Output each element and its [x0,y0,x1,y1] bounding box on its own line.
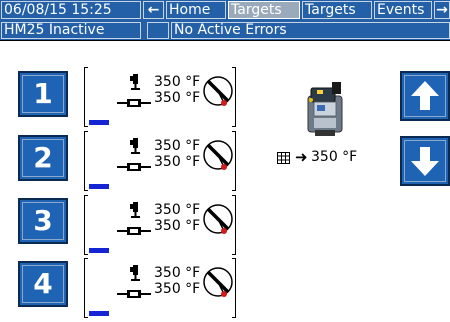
hose-icon [124,73,150,95]
temperature-gauge-icon [202,266,234,302]
zone-actual-temp: 350 °F [154,138,201,154]
pipe-icon [117,284,151,303]
zone-setpoint-temp: 350 °F [154,281,201,297]
status-indicator [147,22,169,39]
zone-readout-1: 350 °F 350 °F [84,67,236,127]
hose-icon [124,264,150,286]
bracket-left [84,131,88,191]
zone-actual-temp: 350 °F [154,74,201,90]
tab-targets[interactable]: Targets [302,1,372,19]
pipe-icon [117,157,151,176]
pipe-icon [117,93,151,112]
zone-button-4[interactable]: 4 [18,261,68,307]
temperature-gauge-icon [202,75,234,111]
zone-level-bar [89,184,109,189]
tab-events[interactable]: Events [374,1,432,19]
bracket-left [84,195,88,255]
hose-icon [124,201,150,223]
zone-readout-2: 350 °F 350 °F [84,131,236,191]
system-status: HM25 Inactive [1,22,141,39]
zone-level-bar [89,120,109,125]
nav-forward-button[interactable]: → [434,1,450,19]
temperature-gauge-icon [202,203,234,239]
zone-button-2[interactable]: 2 [18,135,68,181]
left-arrow-icon: ← [147,2,160,18]
zone-readout-4: 350 °F 350 °F [84,258,236,318]
right-arrow-icon: → [436,2,448,18]
zone-actual-temp: 350 °F [154,265,201,281]
error-status: No Active Errors [171,22,450,39]
down-arrow-icon [411,147,439,176]
melter-icon [305,78,345,144]
machine-setpoint-value: 350 °F [311,149,358,165]
zone-button-3[interactable]: 3 [18,198,68,244]
zone-setpoint-temp: 350 °F [154,154,201,170]
zone-level-bar [89,311,109,316]
status-bar: HM25 Inactive No Active Errors [0,20,450,40]
up-arrow-icon [411,81,439,110]
datetime-display: 06/08/15 15:25 [1,1,141,19]
zone-setpoint-temp: 350 °F [154,90,201,106]
bracket-left [84,258,88,318]
zone-button-1[interactable]: 1 [18,71,68,117]
pipe-icon [117,221,151,240]
arrow-right-icon: ➜ [295,148,308,166]
top-navigation-bar: 06/08/15 15:25 ← Home Targets Targets Ev… [0,0,450,20]
screen: 06/08/15 15:25 ← Home Targets Targets Ev… [0,0,450,322]
divider [0,40,450,41]
zone-level-bar [89,248,109,253]
zone-setpoint-temp: 350 °F [154,218,201,234]
tab-targets-active[interactable]: Targets [228,1,300,19]
bracket-left [84,67,88,127]
zone-actual-temp: 350 °F [154,202,201,218]
hose-icon [124,137,150,159]
scroll-up-button[interactable] [400,71,450,121]
temperature-gauge-icon [202,139,234,175]
nav-back-button[interactable]: ← [143,1,164,19]
grid-icon [277,151,290,169]
scroll-down-button[interactable] [400,136,450,186]
tab-home[interactable]: Home [166,1,226,19]
zone-readout-3: 350 °F 350 °F [84,195,236,255]
